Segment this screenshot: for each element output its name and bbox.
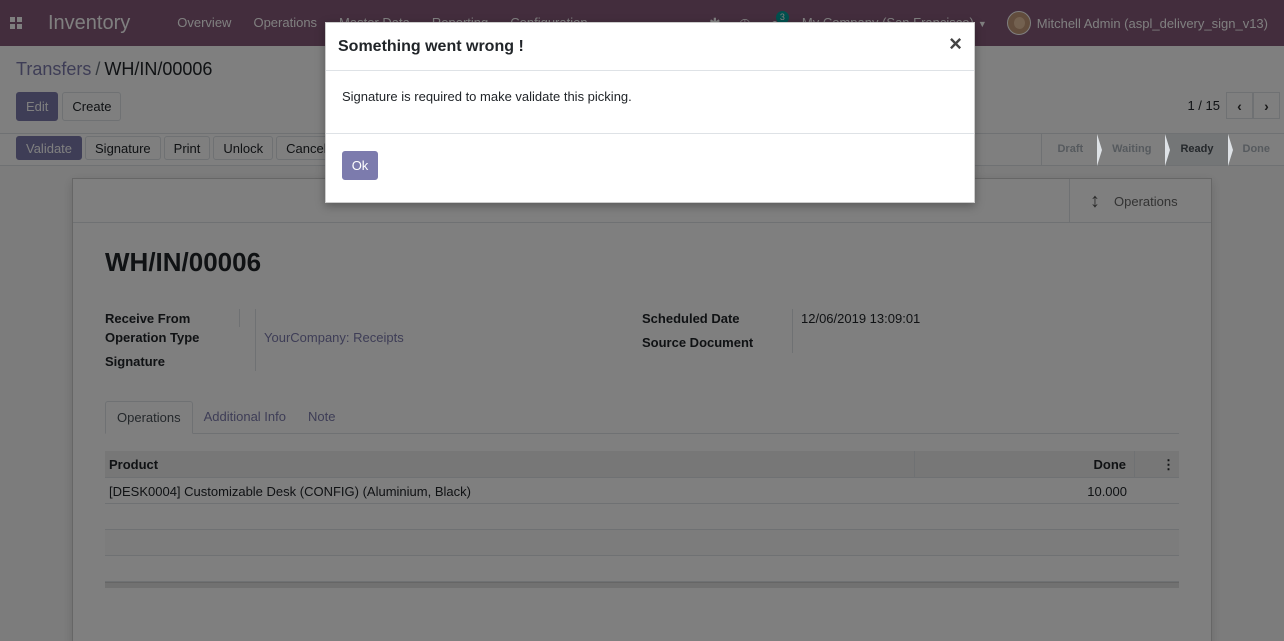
dialog-title: Something went wrong ! xyxy=(338,38,524,55)
dialog-header: Something went wrong ! × xyxy=(326,23,974,71)
dialog-message: Signature is required to make validate t… xyxy=(342,89,632,104)
dialog-body: Signature is required to make validate t… xyxy=(326,71,974,134)
dialog-footer: Ok xyxy=(326,134,974,197)
close-icon[interactable]: × xyxy=(949,33,962,55)
error-dialog: Something went wrong ! × Signature is re… xyxy=(325,22,975,203)
ok-button[interactable]: Ok xyxy=(342,151,378,180)
